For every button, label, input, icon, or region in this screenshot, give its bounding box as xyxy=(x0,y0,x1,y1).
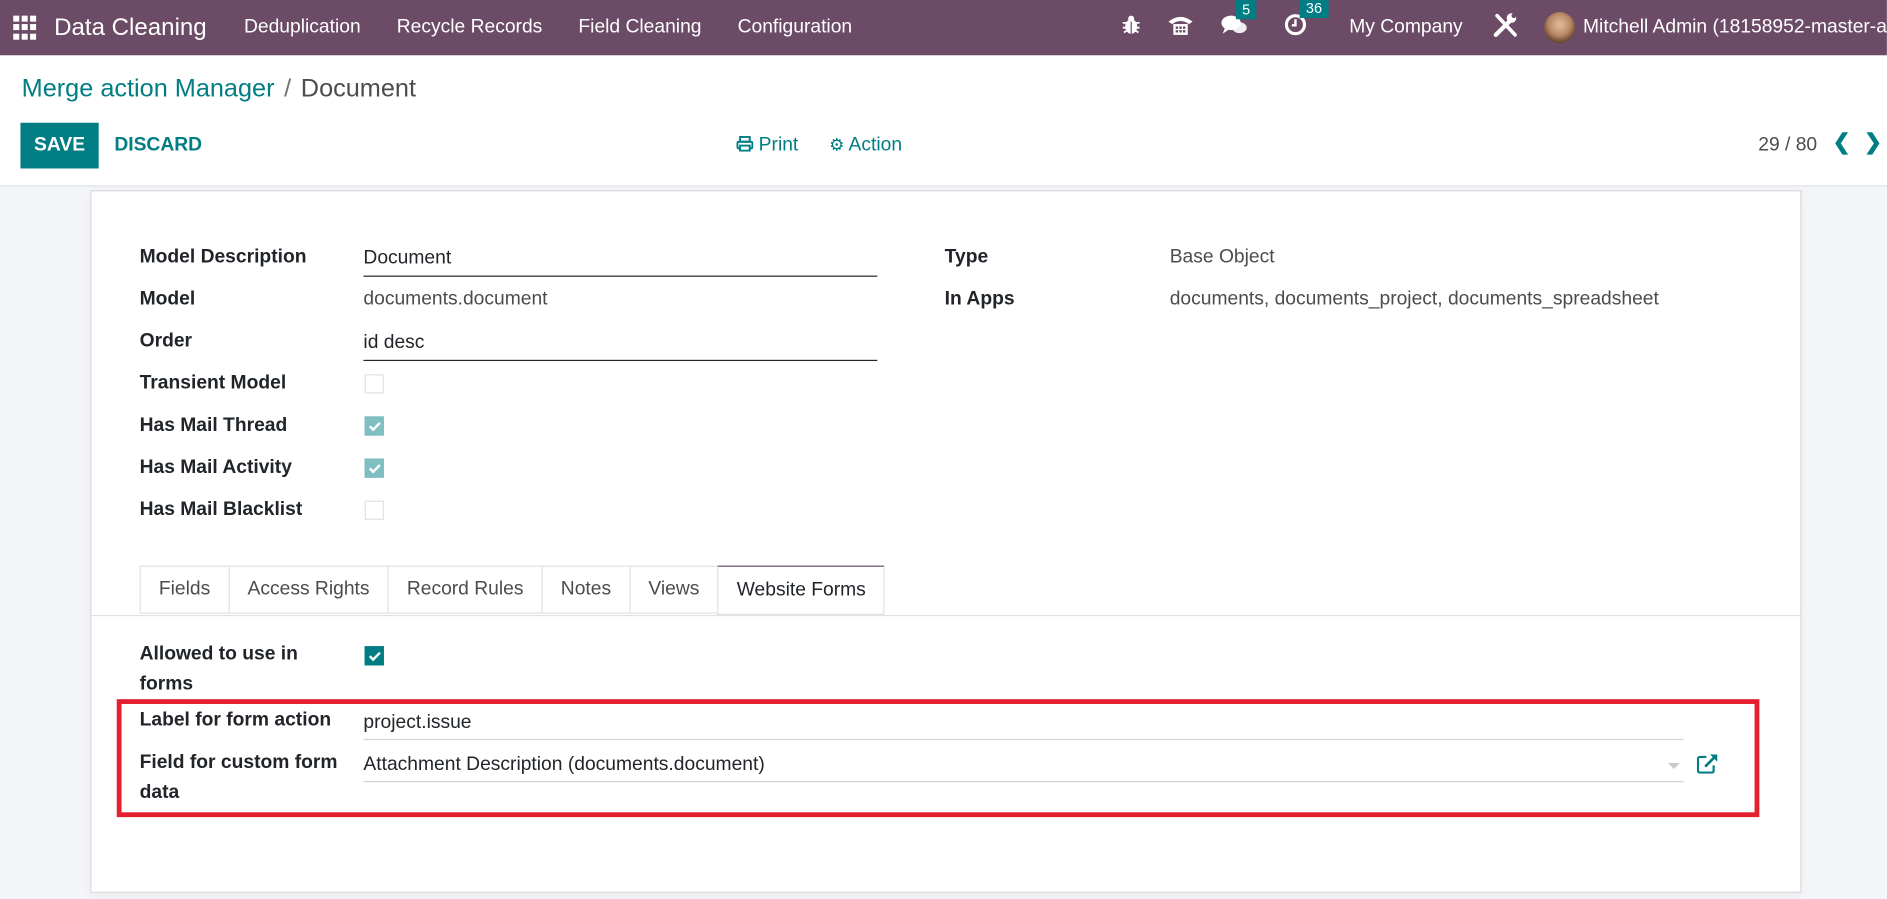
action-label: Action xyxy=(848,134,903,156)
menu-field-cleaning[interactable]: Field Cleaning xyxy=(560,17,719,39)
tab-views[interactable]: Views xyxy=(629,565,718,614)
label-order: Order xyxy=(139,330,193,352)
label-custom-form-field-1: Field for custom form xyxy=(139,752,338,773)
save-button[interactable]: SAVE xyxy=(20,122,99,169)
allowed-in-forms-checkbox[interactable] xyxy=(364,646,384,666)
phone-icon[interactable] xyxy=(1168,14,1194,42)
type-value: Base Object xyxy=(1169,246,1275,268)
custom-form-field-underline xyxy=(363,781,1684,783)
breadcrumb-parent[interactable]: Merge action Manager xyxy=(22,75,275,103)
clock-icon[interactable]: 36 xyxy=(1284,0,1329,42)
label-type: Type xyxy=(944,246,989,268)
tab-access-rights[interactable]: Access Rights xyxy=(228,565,388,614)
breadcrumb-current: Document xyxy=(300,74,417,103)
label-has-mail-blacklist: Has Mail Blacklist xyxy=(139,499,303,520)
pager-next-icon[interactable]: ❯ xyxy=(1864,130,1882,155)
notebook-tabs: Fields Access Rights Record Rules Notes … xyxy=(139,565,886,615)
label-form-action: Label for form action xyxy=(139,710,332,731)
has-mail-blacklist-checkbox[interactable] xyxy=(364,500,384,520)
chat-icon[interactable]: 5 xyxy=(1220,0,1257,42)
form-action-input[interactable]: project.issue xyxy=(363,712,471,734)
label-custom-form-field-2: data xyxy=(139,782,180,803)
company-switcher[interactable]: My Company xyxy=(1349,17,1462,39)
label-has-mail-activity: Has Mail Activity xyxy=(139,457,292,478)
systray: 5 36 My Company Mitchell Admin (18158952… xyxy=(1109,0,1887,55)
tab-divider xyxy=(91,614,1801,617)
label-model: Model xyxy=(139,288,196,310)
label-transient-model: Transient Model xyxy=(139,373,287,394)
label-in-apps: In Apps xyxy=(944,288,1015,310)
order-input[interactable]: id desc xyxy=(363,332,424,354)
top-navbar: Data Cleaning Deduplication Recycle Reco… xyxy=(0,0,1887,56)
label-allowed-in-forms-2: forms xyxy=(139,673,194,695)
menu-deduplication[interactable]: Deduplication xyxy=(226,17,379,39)
custom-form-field-select[interactable]: Attachment Description (documents.docume… xyxy=(363,755,764,777)
pager-prev-icon[interactable]: ❮ xyxy=(1833,130,1851,155)
label-model-description: Model Description xyxy=(139,246,307,268)
order-underline xyxy=(363,359,878,362)
label-allowed-in-forms-1: Allowed to use in xyxy=(139,643,298,665)
tab-record-rules[interactable]: Record Rules xyxy=(387,565,542,614)
tab-website-forms[interactable]: Website Forms xyxy=(717,565,886,615)
tab-notes[interactable]: Notes xyxy=(541,565,630,614)
tab-fields[interactable]: Fields xyxy=(139,565,229,614)
user-menu[interactable]: Mitchell Admin (18158952-master-a xyxy=(1583,17,1887,39)
menu-configuration[interactable]: Configuration xyxy=(720,17,871,39)
model-description-input[interactable]: Document xyxy=(363,248,451,270)
messages-badge: 5 xyxy=(1236,0,1257,19)
activities-badge: 36 xyxy=(1299,0,1329,19)
control-panel: Merge action Manager / Document SAVE DISCA… xyxy=(0,55,1887,187)
gear-icon: ⚙ xyxy=(829,134,845,155)
print-label: Print xyxy=(758,134,799,156)
print-button[interactable]: Print xyxy=(736,135,798,157)
has-mail-activity-checkbox[interactable] xyxy=(364,458,384,478)
discard-button[interactable]: DISCARD xyxy=(114,135,202,157)
pager-value[interactable]: 29 / 80 xyxy=(1758,135,1817,157)
menu-recycle-records[interactable]: Recycle Records xyxy=(379,17,561,39)
transient-model-checkbox[interactable] xyxy=(364,374,384,394)
printer-icon xyxy=(736,135,754,152)
user-avatar[interactable] xyxy=(1544,12,1576,44)
action-button[interactable]: ⚙ Action xyxy=(829,135,902,157)
external-link-icon[interactable] xyxy=(1696,753,1719,779)
app-name[interactable]: Data Cleaning xyxy=(54,14,207,42)
in-apps-value: documents, documents_project, documents_… xyxy=(1169,288,1659,310)
dropdown-caret-icon[interactable] xyxy=(1667,762,1680,769)
has-mail-thread-checkbox[interactable] xyxy=(364,416,384,436)
tools-icon[interactable] xyxy=(1493,11,1519,43)
model-value: documents.document xyxy=(363,288,548,310)
bug-icon[interactable] xyxy=(1122,14,1141,40)
apps-grid-icon[interactable] xyxy=(13,15,37,40)
label-has-mail-thread: Has Mail Thread xyxy=(139,415,288,436)
form-sheet: Model Description Document Model documen… xyxy=(90,190,1802,893)
form-action-underline xyxy=(363,738,1684,741)
breadcrumb: Merge action Manager / Document xyxy=(22,75,416,104)
breadcrumb-separator: / xyxy=(284,74,292,103)
model-description-underline xyxy=(363,275,878,277)
